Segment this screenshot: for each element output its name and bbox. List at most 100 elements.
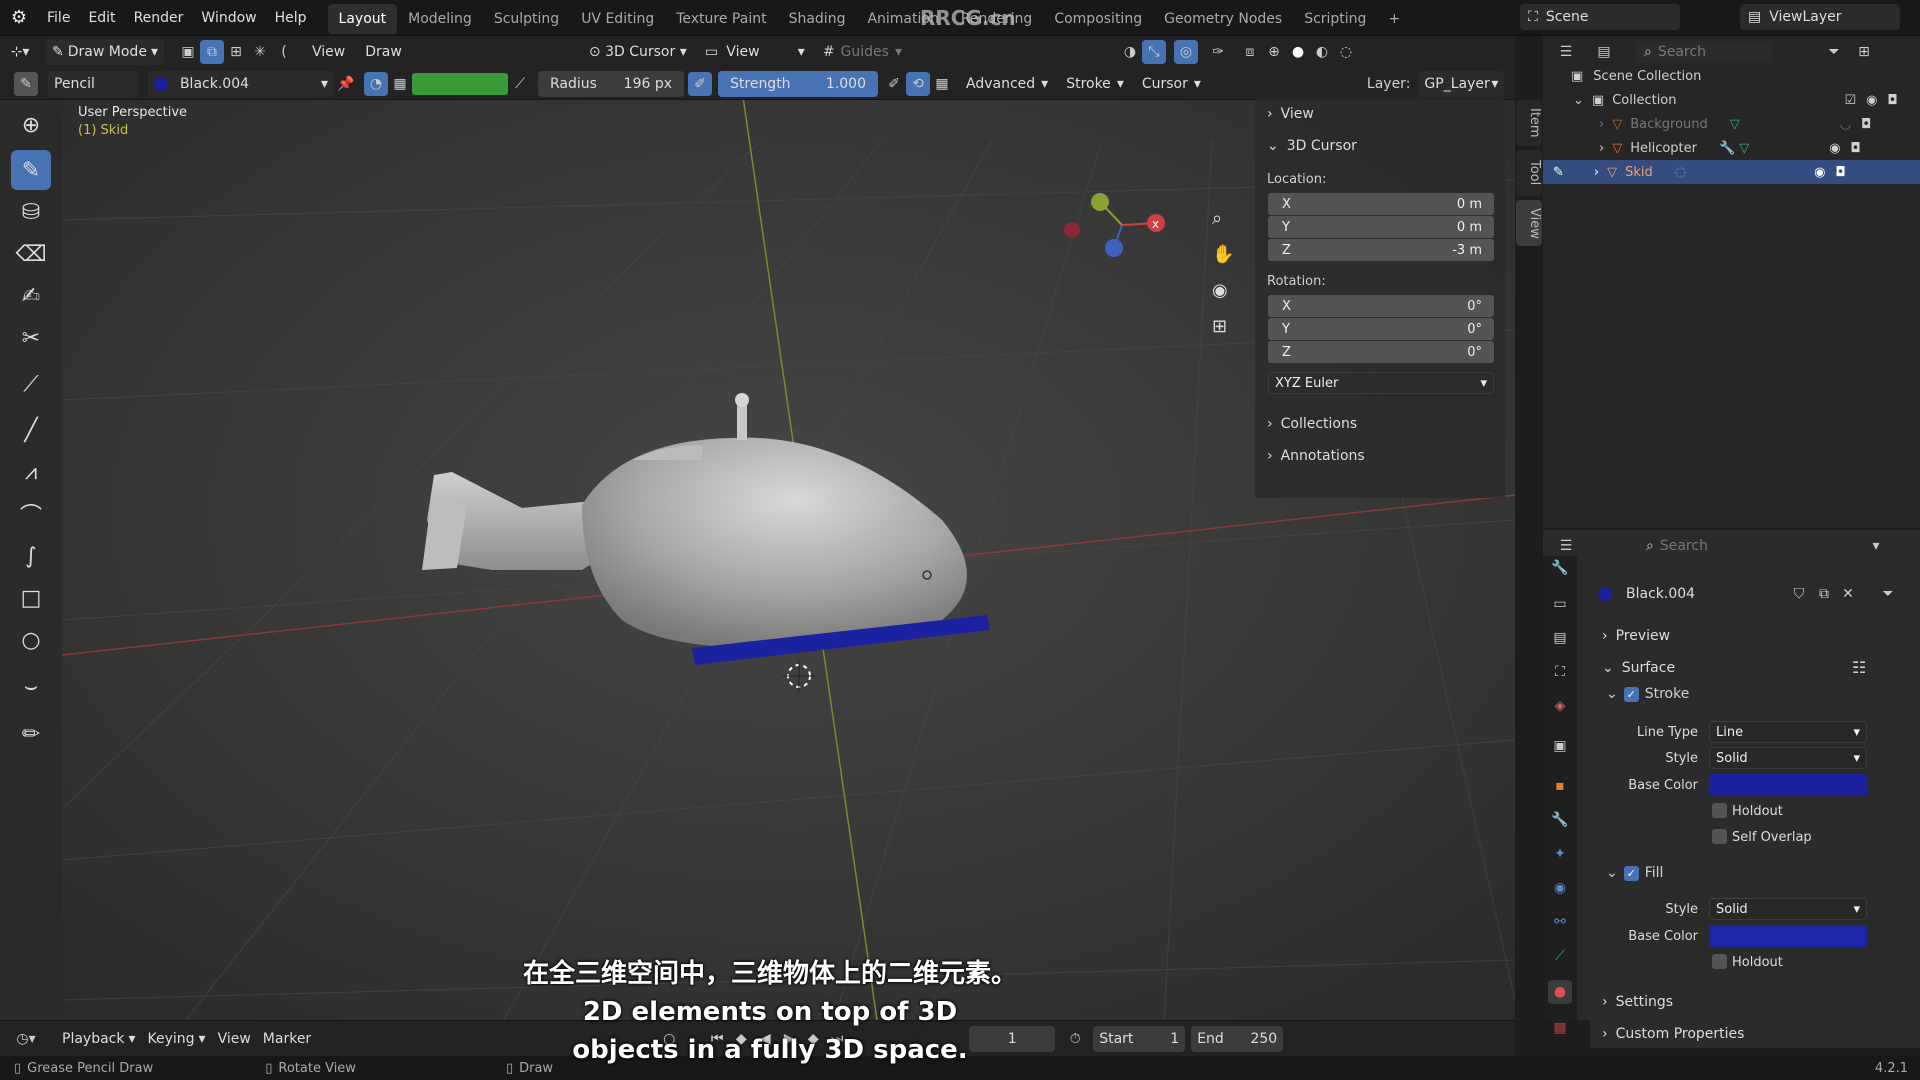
view-menu[interactable]: View <box>306 39 351 65</box>
blender-logo-icon[interactable]: ⚙ <box>0 7 38 28</box>
annotate-tool-icon[interactable]: ✏ <box>11 714 51 754</box>
settings-icon[interactable]: ▦ <box>930 72 954 96</box>
tool-tab-icon[interactable]: 🔧 <box>1548 556 1572 580</box>
outliner-scene-collection[interactable]: ▣ Scene Collection <box>1543 64 1920 88</box>
draw-tool-icon[interactable]: ✎ <box>11 150 51 190</box>
close-icon[interactable]: ✕ <box>1836 582 1860 606</box>
duplicate-icon[interactable]: ⧉ <box>1812 582 1836 606</box>
texture-tab-icon[interactable]: ▩ <box>1548 1016 1572 1040</box>
menu-render[interactable]: Render <box>125 0 193 36</box>
properties-search[interactable]: ⌕ Search <box>1638 535 1774 557</box>
render-tab-icon[interactable]: ▭ <box>1548 592 1572 616</box>
collection-tab-icon[interactable]: ▣ <box>1548 734 1572 758</box>
polyline-tool-icon[interactable]: ⩘ <box>11 452 51 492</box>
add-workspace-icon[interactable]: + <box>1377 4 1411 34</box>
advanced-menu[interactable]: Advanced ▾ <box>960 71 1054 97</box>
grid-view-icon[interactable]: ⊞ <box>1212 316 1227 337</box>
pressure-icon[interactable]: ✐ <box>688 71 712 96</box>
outliner-item-helicopter[interactable]: › ▽ Helicopter 🔧 ▽ ◉ ◘ <box>1543 136 1920 160</box>
preview-panel[interactable]: › Preview <box>1590 622 1670 650</box>
vertex-color-icon[interactable]: ▦ <box>388 72 412 96</box>
modifier-tab-icon[interactable]: 🔧 <box>1548 808 1572 832</box>
stroke-color-swatch[interactable] <box>1709 774 1867 796</box>
camera-icon[interactable]: ◘ <box>1861 117 1871 132</box>
material-selector[interactable]: Black.004 ▾ <box>148 70 334 97</box>
tab-layout[interactable]: Layout <box>327 4 398 34</box>
view-section[interactable]: › View <box>1255 100 1505 128</box>
brush-icon[interactable]: ✎ <box>14 71 38 96</box>
material-tab-icon[interactable]: ● <box>1548 980 1572 1004</box>
annotations-section[interactable]: › Annotations <box>1255 442 1365 470</box>
tint-tool-icon[interactable]: ✍ <box>11 276 51 316</box>
edit-lines-icon[interactable]: ✳ <box>248 40 272 64</box>
fill-holdout-checkbox[interactable] <box>1712 954 1727 969</box>
eye-icon[interactable]: ◉ <box>1814 165 1825 180</box>
menu-help[interactable]: Help <box>266 0 316 36</box>
collections-section[interactable]: › Collections <box>1255 410 1357 438</box>
cursor-location-z[interactable]: Z -3 m <box>1268 239 1494 261</box>
layer-selector[interactable]: GP_Layer ▾ <box>1418 70 1505 97</box>
interpolate-tool-icon[interactable]: ⌣ <box>11 666 51 706</box>
cursor-location-y[interactable]: Y 0 m <box>1268 216 1494 238</box>
erase-tool-icon[interactable]: ⌫ <box>11 234 51 274</box>
cursor-tool-icon[interactable]: ⊕ <box>11 105 51 145</box>
tab-compositing[interactable]: Compositing <box>1043 4 1153 34</box>
new-collection-icon[interactable]: ⊞ <box>1852 40 1876 64</box>
outliner-item-skid[interactable]: ✎ › ▽ Skid ◌ ◉ ◘ <box>1543 160 1920 184</box>
outliner-search[interactable]: ⌕ Search <box>1636 41 1772 63</box>
camera-icon[interactable]: ◉ <box>1212 280 1228 301</box>
tab-sculpting[interactable]: Sculpting <box>483 4 570 34</box>
list-icon[interactable]: ☷ <box>1852 658 1866 677</box>
material-shading-icon[interactable]: ◐ <box>1310 40 1334 64</box>
cyclic-icon[interactable]: ⟲ <box>906 71 930 96</box>
guides-toggle[interactable]: # Guides ▾ <box>817 39 908 65</box>
tab-tool[interactable]: Tool <box>1516 150 1542 196</box>
circle-tool-icon[interactable]: ○ <box>11 620 51 660</box>
camera-icon[interactable]: ◘ <box>1888 93 1898 108</box>
constraints-tab-icon[interactable]: ⚯ <box>1548 910 1572 934</box>
stroke-mode-icon[interactable]: ⊞ <box>224 40 248 64</box>
fill-color-swatch[interactable] <box>1709 925 1867 947</box>
stroke-placement-selector[interactable]: ⊙ 3D Cursor ▾ <box>583 39 693 65</box>
xray-icon[interactable]: ⧈ <box>1238 40 1262 64</box>
select-mode-icon[interactable]: ▣ <box>176 40 200 64</box>
visibility-icon[interactable]: ◑ <box>1118 40 1142 64</box>
fill-tool-icon[interactable]: ⛁ <box>11 192 51 232</box>
brush-color-swatch[interactable] <box>412 72 508 95</box>
filter-icon[interactable]: ⏷ <box>1822 40 1846 64</box>
strength-slider[interactable]: Strength 1.000 <box>718 70 878 97</box>
pan-icon[interactable]: ✋ <box>1212 244 1234 265</box>
properties-editor-icon[interactable]: ☰ <box>1554 534 1578 558</box>
fill-subpanel[interactable]: ⌄ ✓ Fill <box>1606 865 1663 881</box>
pin-icon[interactable]: 📌 <box>334 72 358 96</box>
rotation-mode-select[interactable]: XYZ Euler ▾ <box>1268 372 1494 394</box>
scene-selector[interactable]: ⛶ Scene <box>1520 4 1680 30</box>
view-layer-selector[interactable]: ▤ ViewLayer <box>1740 4 1900 30</box>
mode-selector[interactable]: ✎ Draw Mode ▾ <box>46 39 164 65</box>
menu-window[interactable]: Window <box>192 0 265 36</box>
data-tab-icon[interactable]: ⟋ <box>1548 944 1572 968</box>
tab-view[interactable]: View <box>1516 200 1542 246</box>
eyedropper-tool-icon[interactable]: ⟋ <box>11 364 51 404</box>
brush-selector[interactable]: Pencil <box>48 70 138 97</box>
display-mode-icon[interactable]: ▤ <box>1592 40 1616 64</box>
fill-checkbox[interactable]: ✓ <box>1623 865 1639 881</box>
scene-tab-icon[interactable]: ◈ <box>1548 694 1572 718</box>
pressure-icon[interactable]: ✐ <box>882 72 906 96</box>
effects-tab-icon[interactable]: ✦ <box>1548 842 1572 866</box>
draw-menu[interactable]: Draw <box>359 39 408 65</box>
self-overlap-checkbox[interactable] <box>1712 829 1727 844</box>
menu-edit[interactable]: Edit <box>79 0 124 36</box>
cutter-tool-icon[interactable]: ✂ <box>11 318 51 358</box>
stroke-checkbox[interactable]: ✓ <box>1623 686 1639 702</box>
3d-cursor-section[interactable]: ⌄ 3D Cursor <box>1255 132 1505 160</box>
line-type-select[interactable]: Line ▾ <box>1709 721 1867 743</box>
curve-icon[interactable]: ( <box>272 40 296 64</box>
wireframe-shading-icon[interactable]: ⊕ <box>1262 40 1286 64</box>
rendered-shading-icon[interactable]: ◌ <box>1334 40 1358 64</box>
custom-properties-panel[interactable]: › Custom Properties <box>1590 1020 1920 1048</box>
tab-scripting[interactable]: Scripting <box>1293 4 1377 34</box>
tab-uv-editing[interactable]: UV Editing <box>570 4 665 34</box>
multiframe-icon[interactable]: ⧉ <box>200 40 224 64</box>
eye-icon[interactable]: ◉ <box>1866 93 1877 108</box>
